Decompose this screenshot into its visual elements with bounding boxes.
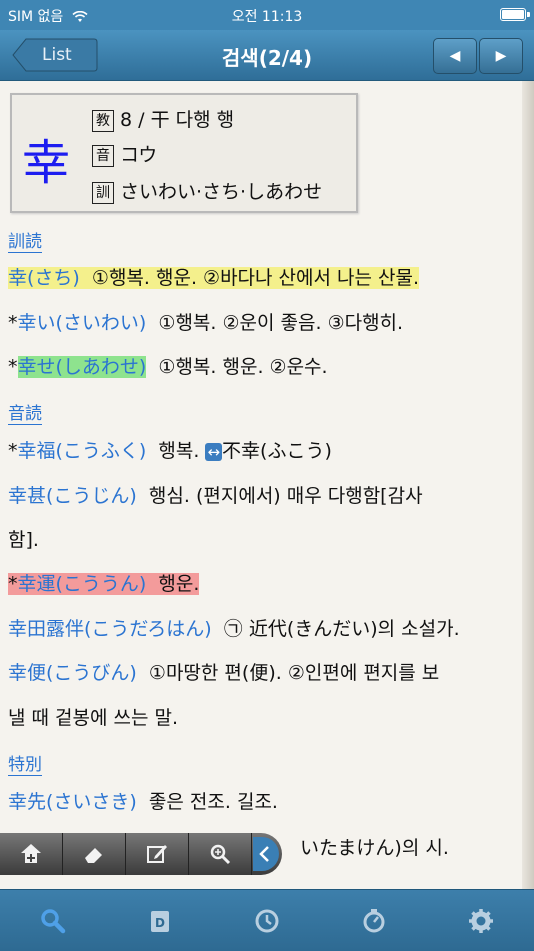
entry-sachi-highlight: 幸(さち) ①행복. 행운. ②바다나 산에서 나는 산물.	[8, 267, 420, 289]
on-badge: 音	[92, 144, 114, 167]
grade-row: 教 8 / 干 다행 행	[92, 105, 234, 132]
kun-reading-row: 訓さいわい·さち·しあわせ	[92, 177, 322, 204]
entry-meaning: ①마땅한 편(便). ②인편에 편지를 보	[148, 662, 440, 684]
kanji-card: 幸 教 8 / 干 다행 행 音コウ 訓さいわい·さち·しあわせ	[10, 93, 358, 213]
entry-prefix: *	[8, 573, 18, 595]
eraser-icon	[85, 848, 102, 863]
edit-icon	[147, 845, 167, 863]
kun-badge: 訓	[92, 181, 114, 204]
entry-koufuku[interactable]: *幸福(こうふく) 행복. ↔ 不幸(ふこう)	[8, 436, 332, 463]
previous-button[interactable]: ◀	[433, 38, 477, 74]
tab-search[interactable]	[0, 890, 106, 951]
status-bar: SIM 없음 오전 11:13	[0, 0, 534, 30]
antonym-text: 不幸(ふこう)	[222, 440, 332, 462]
entry-word: 幸甚(こうじん)	[8, 485, 137, 507]
entry-word: 幸(さち)	[8, 267, 80, 289]
on-reading-row: 音コウ	[92, 140, 157, 167]
collapse-icon	[259, 846, 269, 862]
entry-prefix: *	[8, 356, 18, 378]
battery-icon	[500, 8, 526, 21]
entry-meaning: 행심. (편지에서) 매우 다행함[감사	[148, 485, 423, 507]
entry-kouun-highlight: *幸運(こううん) 행운.	[8, 573, 200, 595]
daily-calendar-icon: D	[151, 911, 169, 932]
section-kun-reading: 訓読	[8, 227, 42, 253]
entry-meaning: ①행복. ②운이 좋음. ③다행히.	[158, 312, 404, 334]
tab-timer[interactable]	[321, 890, 427, 951]
entry-word: 幸先(さいさき)	[8, 791, 137, 813]
eraser-button[interactable]	[63, 833, 126, 875]
entry-meaning: 좋은 전조. 길조.	[148, 791, 278, 813]
zoom-button[interactable]	[189, 833, 252, 875]
entry-shiawase[interactable]: *幸せ(しあわせ) ①행복. 행운. ②운수.	[8, 352, 328, 379]
floating-toolbar	[0, 833, 282, 875]
settings-gear-icon	[469, 909, 493, 933]
tab-settings[interactable]	[428, 890, 534, 951]
entry-saiwai[interactable]: *幸い(さいわい) ①행복. ②운이 좋음. ③다행히.	[8, 308, 403, 335]
entry-sachi[interactable]: 幸(さち) ①행복. 행운. ②바다나 산에서 나는 산물.	[8, 263, 420, 290]
entry-word: 幸い(さいわい)	[17, 312, 147, 334]
svg-text:D: D	[155, 916, 165, 930]
entry-meaning: ㉠ 近代(きんだい)의 소설가.	[223, 618, 460, 640]
dictionary-content[interactable]: 幸 教 8 / 干 다행 행 音コウ 訓さいわい·さち·しあわせ 訓読 幸(さち)…	[0, 81, 534, 889]
entry-meaning: ①행복. 행운. ②운수.	[158, 356, 328, 378]
entry-word: 幸運(こううん)	[17, 573, 147, 595]
entry-meaning: 행복.	[158, 440, 200, 462]
history-clock-icon	[255, 909, 279, 933]
add-bookmark-button[interactable]	[0, 833, 63, 875]
collapse-toolbar-button[interactable]	[253, 837, 279, 871]
kun-reading-text: さいわい·さち·しあわせ	[120, 181, 323, 203]
section-special-reading: 特別	[8, 750, 42, 776]
antonym-arrow-icon: ↔	[205, 443, 223, 461]
kanji-character: 幸	[22, 135, 71, 191]
navigation-bar: List 검색(2/4) ◀ ▶	[0, 30, 534, 81]
tab-bar: D	[0, 889, 534, 951]
entry-word: 幸田露伴(こうだろはん)	[8, 618, 212, 640]
entry-koujin-cont: 함].	[8, 529, 39, 551]
search-icon	[41, 909, 66, 934]
entry-partial-hidden[interactable]: いたまけん)의 시.	[300, 833, 449, 860]
edit-button[interactable]	[126, 833, 189, 875]
grade-badge: 教	[92, 109, 114, 132]
entry-saisaki[interactable]: 幸先(さいさき) 좋은 전조. 길조.	[8, 787, 278, 814]
entry-meaning: ①행복. 행운. ②바다나 산에서 나는 산물.	[91, 267, 420, 289]
entry-prefix: *	[8, 312, 18, 334]
tab-history[interactable]	[214, 890, 320, 951]
grade-text: 8 / 干 다행 행	[120, 109, 235, 131]
entry-word: 幸便(こうびん)	[8, 662, 137, 684]
on-reading-text: コウ	[120, 144, 158, 166]
status-time: 오전 11:13	[231, 9, 303, 25]
entry-koubin[interactable]: 幸便(こうびん) ①마땅한 편(便). ②인편에 편지를 보	[8, 658, 439, 685]
timer-icon	[363, 909, 385, 933]
entry-word: 幸福(こうふく)	[17, 440, 147, 462]
add-bookmark-icon	[21, 844, 41, 863]
tab-daily[interactable]: D	[107, 890, 213, 951]
entry-koubin-cont: 낼 때 겉봉에 쓰는 말.	[8, 707, 179, 729]
section-on-reading: 音読	[8, 399, 42, 425]
entry-kouun[interactable]: *幸運(こううん) 행운.	[8, 569, 200, 596]
entry-word: 幸せ(しあわせ)	[17, 356, 147, 378]
battery-tip	[527, 12, 530, 17]
entry-prefix: *	[8, 440, 18, 462]
entry-meaning: 행운.	[158, 573, 200, 595]
zoom-icon	[210, 844, 231, 865]
entry-koudarohan[interactable]: 幸田露伴(こうだろはん) ㉠ 近代(きんだい)의 소설가.	[8, 614, 460, 641]
next-button[interactable]: ▶	[479, 38, 523, 74]
entry-koujin[interactable]: 幸甚(こうじん) 행심. (편지에서) 매우 다행함[감사	[8, 481, 423, 508]
